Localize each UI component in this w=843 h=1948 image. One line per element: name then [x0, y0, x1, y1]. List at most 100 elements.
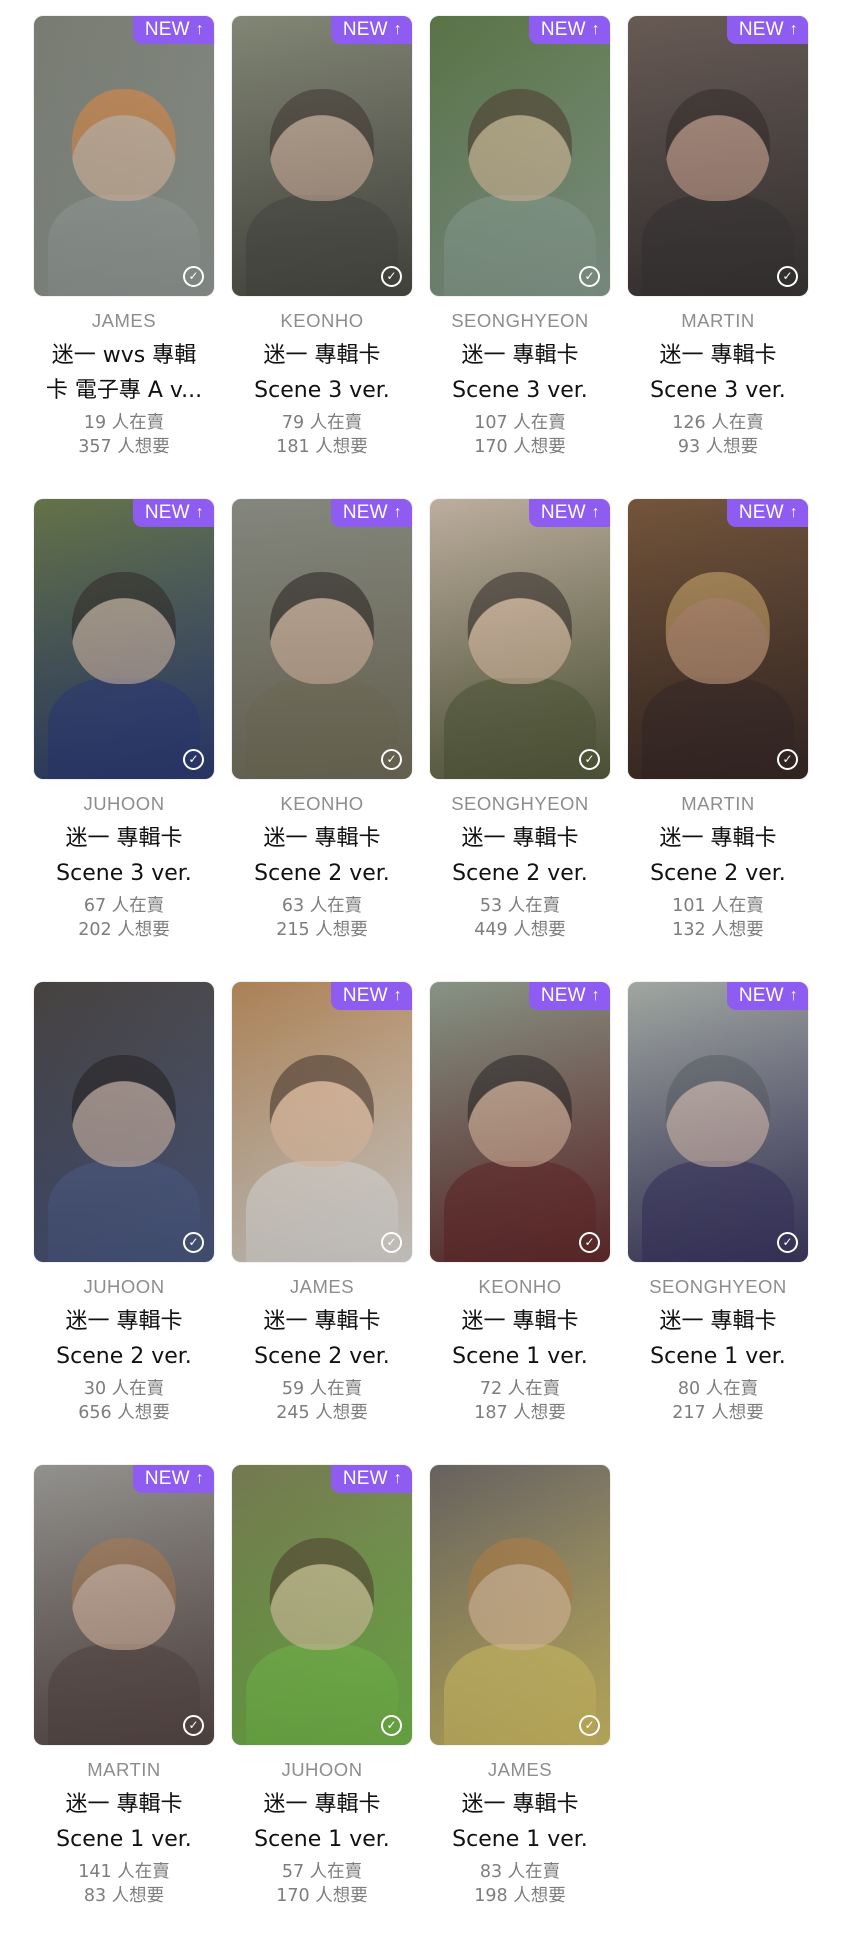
photocard-item[interactable]: NEW ↑ ✓ JAMES 迷一 專輯卡 Scene 2 ver. 59 人在賣 245 人想…	[232, 982, 412, 1465]
selling-count: 101 人在賣	[672, 896, 764, 916]
member-name: SEONGHYEON	[451, 310, 589, 331]
photocard-image[interactable]: NEW ↑ ✓	[34, 499, 214, 779]
photocard-image[interactable]: NEW ↑ ✓	[628, 982, 808, 1262]
photocard-item[interactable]: NEW ↑ ✓ SEONGHYEON 迷一 專輯卡 Scene 1 ver. 80 人在賣 2…	[628, 982, 808, 1465]
check-circle-icon: ✓	[381, 749, 402, 770]
card-title-line-2: Scene 2 ver.	[254, 1344, 390, 1369]
photocard-image[interactable]: NEW ↑ ✓	[232, 16, 412, 296]
selling-count: 141 人在賣	[78, 1862, 170, 1882]
photocard-item[interactable]: NEW ↑ ✓ MARTIN 迷一 專輯卡 Scene 1 ver. 141 人在賣 83 人…	[34, 1465, 214, 1948]
wanted-count: 83 人想要	[83, 1886, 165, 1906]
photocard-grid: NEW ↑ ✓ JAMES 迷一 wvs 專輯卡 電子專 A v... 19 人在賣 357…	[34, 16, 812, 1948]
card-stats: 57 人在賣 170 人想要	[232, 1860, 412, 1908]
wanted-count: 245 人想要	[276, 1403, 368, 1423]
check-circle-icon: ✓	[381, 1232, 402, 1253]
member-name: KEONHO	[280, 793, 364, 814]
photocard-image[interactable]: NEW ↑ ✓	[430, 982, 610, 1262]
card-title: 迷一 專輯卡 Scene 3 ver.	[430, 338, 610, 408]
photocard-item[interactable]: NEW ↑ ✓ KEONHO 迷一 專輯卡 Scene 2 ver. 63 人在賣 215 人…	[232, 499, 412, 982]
new-badge-label: NEW	[144, 1468, 190, 1489]
card-stats: 53 人在賣 449 人想要	[430, 894, 610, 942]
card-title-line-1: 迷一 專輯卡	[461, 343, 579, 368]
photocard-item[interactable]: NEW ↑ ✓ KEONHO 迷一 專輯卡 Scene 1 ver. 72 人在賣 187 人…	[430, 982, 610, 1465]
selling-count: 63 人在賣	[281, 896, 363, 916]
card-stats: 141 人在賣 83 人想要	[34, 1860, 214, 1908]
photocard-item[interactable]: ✓ JUHOON 迷一 專輯卡 Scene 2 ver. 30 人在賣 656 人想要	[34, 982, 214, 1465]
card-title-line-2: Scene 2 ver.	[650, 861, 786, 886]
member-name: SEONGHYEON	[451, 793, 589, 814]
photocard-image[interactable]: NEW ↑ ✓	[232, 982, 412, 1262]
photocard-item[interactable]: ✓ JAMES 迷一 專輯卡 Scene 1 ver. 83 人在賣 198 人想要	[430, 1465, 610, 1948]
new-badge: NEW ↑	[726, 982, 808, 1010]
photocard-image[interactable]: ✓	[430, 1465, 610, 1745]
photocard-image[interactable]: NEW ↑ ✓	[34, 1465, 214, 1745]
check-circle-icon: ✓	[777, 266, 798, 287]
card-title: 迷一 專輯卡 Scene 3 ver.	[34, 821, 214, 891]
card-title: 迷一 專輯卡 Scene 1 ver.	[34, 1787, 214, 1857]
card-title-line-2: Scene 3 ver.	[650, 378, 786, 403]
selling-count: 59 人在賣	[281, 1379, 363, 1399]
card-stats: 126 人在賣 93 人想要	[628, 411, 808, 459]
check-circle-icon: ✓	[579, 749, 600, 770]
new-badge: NEW ↑	[330, 16, 412, 44]
photocard-image[interactable]: ✓	[34, 982, 214, 1262]
image-shade	[430, 982, 610, 1262]
card-title: 迷一 專輯卡 Scene 1 ver.	[430, 1787, 610, 1857]
selling-count: 53 人在賣	[479, 896, 561, 916]
image-shade	[430, 499, 610, 779]
new-badge-label: NEW	[738, 19, 784, 40]
member-name: MARTIN	[681, 310, 755, 331]
card-title-line-2: Scene 3 ver.	[452, 378, 588, 403]
card-title-line-2: 卡 電子專 A v...	[45, 378, 203, 403]
new-badge: NEW ↑	[528, 16, 610, 44]
check-circle-icon: ✓	[579, 266, 600, 287]
image-shade	[232, 16, 412, 296]
card-title: 迷一 專輯卡 Scene 1 ver.	[232, 1787, 412, 1857]
photocard-item[interactable]: NEW ↑ ✓ MARTIN 迷一 專輯卡 Scene 2 ver. 101 人在賣 132 …	[628, 499, 808, 982]
card-title-line-2: Scene 2 ver.	[254, 861, 390, 886]
wanted-count: 170 人想要	[474, 437, 566, 457]
new-badge-label: NEW	[144, 19, 190, 40]
photocard-image[interactable]: NEW ↑ ✓	[628, 499, 808, 779]
card-title-line-1: 迷一 專輯卡	[263, 1792, 381, 1817]
member-name: JAMES	[289, 1276, 355, 1297]
photocard-image[interactable]: NEW ↑ ✓	[232, 499, 412, 779]
photocard-item[interactable]: NEW ↑ ✓ SEONGHYEON 迷一 專輯卡 Scene 2 ver. 53 人在賣 4…	[430, 499, 610, 982]
photocard-image[interactable]: NEW ↑ ✓	[34, 16, 214, 296]
image-shade	[628, 499, 808, 779]
new-badge-label: NEW	[342, 1468, 388, 1489]
card-title-line-2: Scene 3 ver.	[56, 861, 192, 886]
photocard-item[interactable]: NEW ↑ ✓ KEONHO 迷一 專輯卡 Scene 3 ver. 79 人在賣 181 人…	[232, 16, 412, 499]
wanted-count: 170 人想要	[276, 1886, 368, 1906]
arrow-up-icon: ↑	[393, 21, 402, 38]
card-title-line-1: 迷一 專輯卡	[65, 1792, 183, 1817]
photocard-image[interactable]: NEW ↑ ✓	[232, 1465, 412, 1745]
card-title-line-2: Scene 3 ver.	[254, 378, 390, 403]
photocard-item[interactable]: NEW ↑ ✓ SEONGHYEON 迷一 專輯卡 Scene 3 ver. 107 人在賣…	[430, 16, 610, 499]
card-stats: 59 人在賣 245 人想要	[232, 1377, 412, 1425]
arrow-up-icon: ↑	[591, 987, 600, 1004]
image-shade	[628, 16, 808, 296]
photocard-item[interactable]: NEW ↑ ✓ MARTIN 迷一 專輯卡 Scene 3 ver. 126 人在賣 93 人…	[628, 16, 808, 499]
new-badge: NEW ↑	[528, 499, 610, 527]
selling-count: 30 人在賣	[83, 1379, 165, 1399]
new-badge-label: NEW	[342, 19, 388, 40]
photocard-image[interactable]: NEW ↑ ✓	[430, 499, 610, 779]
photocard-item[interactable]: NEW ↑ ✓ JUHOON 迷一 專輯卡 Scene 3 ver. 67 人在賣 202 人…	[34, 499, 214, 982]
selling-count: 83 人在賣	[479, 1862, 561, 1882]
new-badge: NEW ↑	[726, 499, 808, 527]
photocard-image[interactable]: NEW ↑ ✓	[628, 16, 808, 296]
image-shade	[34, 1465, 214, 1745]
photocard-item[interactable]: NEW ↑ ✓ JUHOON 迷一 專輯卡 Scene 1 ver. 57 人在賣 170 人…	[232, 1465, 412, 1948]
photocard-item[interactable]: NEW ↑ ✓ JAMES 迷一 wvs 專輯卡 電子專 A v... 19 人在賣 357…	[34, 16, 214, 499]
photocard-image[interactable]: NEW ↑ ✓	[430, 16, 610, 296]
card-title: 迷一 專輯卡 Scene 1 ver.	[430, 1304, 610, 1374]
wanted-count: 181 人想要	[276, 437, 368, 457]
selling-count: 80 人在賣	[677, 1379, 759, 1399]
image-shade	[430, 1465, 610, 1745]
card-title: 迷一 專輯卡 Scene 2 ver.	[232, 821, 412, 891]
member-name: MARTIN	[681, 793, 755, 814]
new-badge: NEW ↑	[330, 499, 412, 527]
check-circle-icon: ✓	[381, 1715, 402, 1736]
check-circle-icon: ✓	[183, 749, 204, 770]
